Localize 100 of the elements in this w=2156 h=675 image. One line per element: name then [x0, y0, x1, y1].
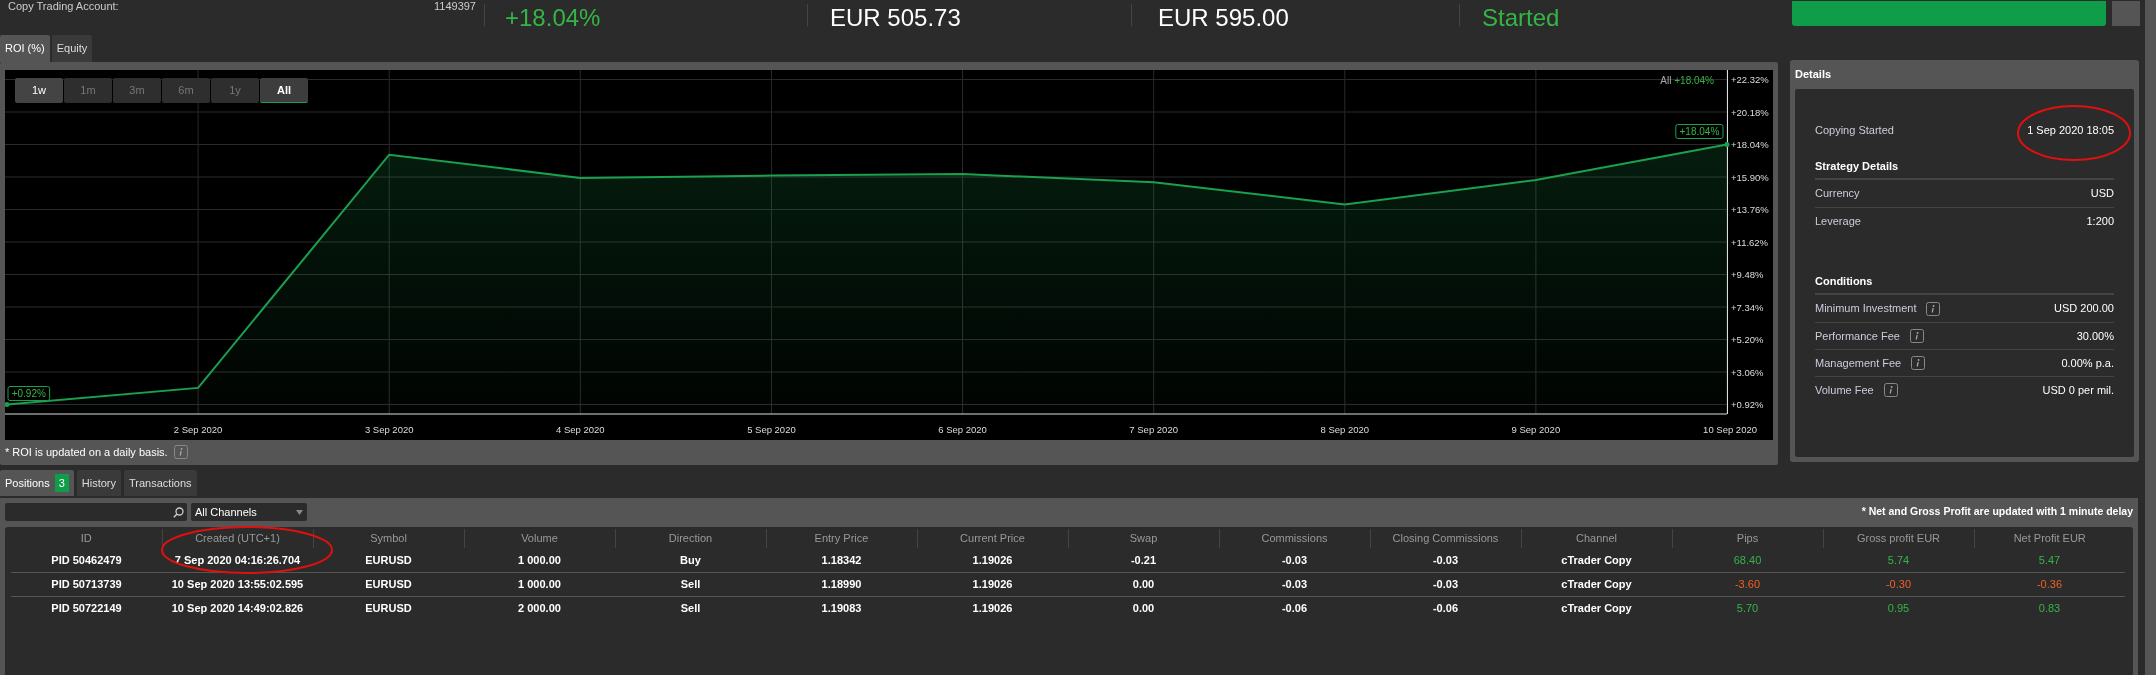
- channel-dropdown[interactable]: All Channels: [191, 503, 307, 521]
- caret-icon: [296, 509, 303, 515]
- table-cell: 1 000.00: [464, 548, 615, 572]
- chart-tab[interactable]: ROI (%): [0, 35, 50, 62]
- y-tick-label: +9.48%: [1731, 268, 1764, 280]
- x-tick-label: 6 Sep 2020: [938, 423, 987, 435]
- column-header: Closing Commissions: [1370, 529, 1521, 548]
- table-cell: 1.19026: [917, 572, 1068, 596]
- search-icon: [173, 506, 184, 518]
- column-header: Entry Price: [766, 529, 917, 548]
- column-header: Created (UTC+1): [162, 529, 313, 548]
- x-tick-label: 9 Sep 2020: [1511, 423, 1561, 435]
- annotation: +18.04%: [1679, 125, 1720, 137]
- field-label: Currency: [1815, 186, 1860, 202]
- chart-tab[interactable]: Equity: [51, 35, 93, 62]
- table-cell: 10 Sep 2020 14:49:02.826: [162, 596, 313, 620]
- column-header: Gross profit EUR: [1823, 529, 1974, 548]
- field-value: USD 0 per mil.: [2042, 382, 2114, 398]
- status-value: Started: [1482, 6, 1560, 26]
- y-tick-label: +7.34%: [1731, 301, 1764, 312]
- info-icon[interactable]: [1883, 383, 1898, 397]
- table-cell: -0.03: [1370, 572, 1521, 596]
- table-cell: -0.21: [1068, 548, 1219, 572]
- field-value: 30.00%: [2076, 328, 2114, 344]
- range-button[interactable]: 1w: [15, 77, 63, 103]
- profit-note: * Net and Gross Profit are updated with 1 minute delay: [1861, 504, 2133, 520]
- field-value: 1 Sep 2020 18:05: [2027, 122, 2114, 138]
- x-tick-label: 7 Sep 2020: [1129, 423, 1178, 435]
- table-cell: 1.18342: [766, 548, 917, 572]
- data-point: [1724, 141, 1730, 147]
- search-field[interactable]: [5, 503, 187, 521]
- table-cell: 1.19083: [766, 596, 917, 620]
- table-cell: 0.95: [1823, 596, 1974, 620]
- field-label: Leverage: [1815, 213, 1861, 229]
- x-tick-label: 5 Sep 2020: [747, 423, 796, 435]
- info-icon[interactable]: [173, 445, 188, 459]
- range-button[interactable]: All: [260, 77, 308, 103]
- account-number: 1149397: [434, 1, 476, 12]
- count-badge: 3: [54, 473, 69, 492]
- table-cell: -3.60: [1672, 572, 1823, 596]
- table-cell: cTrader Copy: [1521, 572, 1672, 596]
- table-cell: 5.70: [1672, 596, 1823, 620]
- account-label: Copy Trading Account:: [8, 1, 119, 12]
- column-header: Volume: [464, 529, 615, 548]
- column-header: Channel: [1521, 529, 1672, 548]
- info-icon[interactable]: [1926, 301, 1941, 316]
- column-header: Net Profit EUR: [1974, 529, 2125, 548]
- field-label: Management Fee: [1815, 355, 1902, 371]
- column-header: ID: [11, 529, 162, 548]
- column-header: Direction: [615, 529, 766, 548]
- table-cell: 5.74: [1823, 548, 1974, 572]
- column-header: Current Price: [917, 529, 1068, 548]
- x-tick-label: 10 Sep 2020: [1703, 423, 1757, 435]
- table-cell: 1.19026: [917, 596, 1068, 620]
- info-icon[interactable]: [1911, 356, 1926, 370]
- y-tick-label: +18.04%: [1731, 138, 1769, 150]
- table-cell: cTrader Copy: [1521, 548, 1672, 572]
- x-tick-label: 3 Sep 2020: [364, 423, 414, 435]
- table-cell: 68.40: [1672, 548, 1823, 572]
- info-icon[interactable]: [1910, 329, 1924, 343]
- section-title: Conditions: [1815, 270, 2114, 295]
- table-cell: -0.30: [1823, 572, 1974, 596]
- table-cell: PID 50462479: [11, 548, 162, 572]
- y-tick-label: +22.32%: [1731, 73, 1769, 85]
- column-header: Commissions: [1219, 529, 1370, 548]
- value-tag: +0.92%: [7, 385, 51, 401]
- positions-tab[interactable]: History: [76, 469, 121, 496]
- table-cell: -0.03: [1219, 572, 1370, 596]
- y-tick-label: +0.92%: [1731, 398, 1764, 410]
- table-cell: 2 000.00: [464, 596, 615, 620]
- table-cell: -0.36: [1974, 572, 2125, 596]
- table-cell: Sell: [615, 596, 766, 620]
- table-cell: 1.18990: [766, 572, 917, 596]
- table-cell: Buy: [615, 548, 766, 572]
- column-header: Pips: [1672, 529, 1823, 548]
- table-cell: 0.00: [1068, 596, 1219, 620]
- x-tick-label: 4 Sep 2020: [556, 423, 605, 435]
- scrollbar[interactable]: [2145, 0, 2156, 675]
- table-cell: 0.83: [1974, 596, 2125, 620]
- table-cell: 1.19026: [917, 548, 1068, 572]
- data-point: [5, 401, 10, 407]
- table-cell: 10 Sep 2020 13:55:02.595: [162, 572, 313, 596]
- table-cell: 5.47: [1974, 548, 2125, 572]
- y-tick-label: +11.62%: [1731, 236, 1769, 247]
- table-cell: -0.06: [1219, 596, 1370, 620]
- y-tick-label: +3.06%: [1731, 366, 1764, 377]
- section-title: Strategy Details: [1815, 155, 2114, 180]
- y-tick-label: +15.90%: [1731, 171, 1769, 182]
- field-value: 1:200: [2086, 213, 2114, 229]
- field-label: Copying Started: [1815, 122, 1894, 138]
- positions-tab[interactable]: Positions 3: [0, 469, 74, 496]
- table-cell: Sell: [615, 572, 766, 596]
- column-header: Swap: [1068, 529, 1219, 548]
- y-tick-label: +20.18%: [1731, 106, 1769, 117]
- positions-tab[interactable]: Transactions: [124, 469, 197, 496]
- balance-value: EUR 505.73: [830, 6, 961, 26]
- annotation: +0.92%: [11, 387, 46, 399]
- table-cell: -0.06: [1370, 596, 1521, 620]
- y-tick-label: +13.76%: [1731, 203, 1769, 215]
- table-cell: cTrader Copy: [1521, 596, 1672, 620]
